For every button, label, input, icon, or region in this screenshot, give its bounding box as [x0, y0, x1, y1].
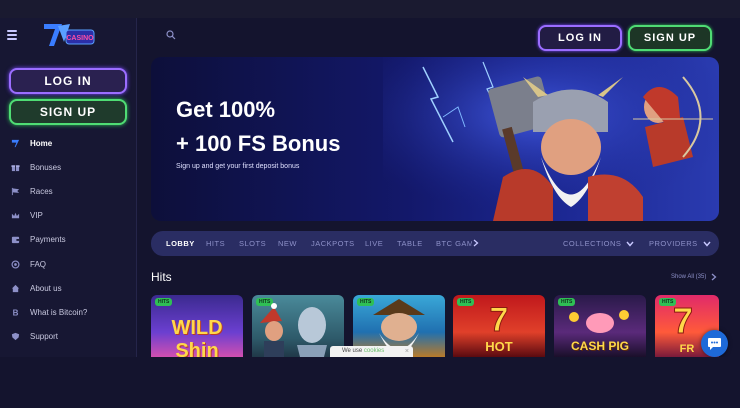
sidebar-item-label: About us	[30, 283, 62, 293]
providers-label: PROVIDERS	[649, 239, 698, 248]
crown-icon	[0, 211, 30, 220]
chat-button[interactable]	[701, 330, 728, 357]
show-all-link[interactable]: Show All (35)	[671, 274, 706, 280]
category-bar: LOBBY HITS SLOTS NEW JACKPOTS LIVE TABLE…	[151, 231, 719, 256]
game-tile[interactable]: HITS CASH PIG	[554, 295, 646, 357]
sidebar-item-payments[interactable]: Payments	[0, 228, 136, 252]
tab-lobby[interactable]: LOBBY	[166, 231, 195, 256]
flag-icon	[0, 187, 30, 196]
tab-slots[interactable]: SLOTS	[239, 231, 266, 256]
svg-text:B: B	[12, 309, 18, 317]
sidebar-item-label: Payments	[30, 235, 66, 245]
tab-hits[interactable]: HITS	[206, 231, 225, 256]
search-icon[interactable]	[166, 30, 176, 40]
svg-text:7: 7	[490, 301, 509, 335]
banner-illustration	[383, 57, 719, 221]
sidebar-item-faq[interactable]: FAQ	[0, 252, 136, 276]
sidebar-item-label: Support	[30, 332, 59, 342]
hits-badge: HITS	[155, 298, 173, 306]
header-signup-button[interactable]: SIGN UP	[628, 25, 712, 51]
svg-text:CASINO: CASINO	[66, 35, 94, 42]
providers-dropdown[interactable]: PROVIDERS	[649, 231, 711, 256]
game-title: CASH PIG	[570, 339, 629, 353]
sidebar-nav: Home Bonuses Races VIP Payments FAQ Abou…	[0, 131, 136, 349]
wallet-icon	[0, 235, 30, 244]
sidebar-item-label: Bonuses	[30, 162, 62, 172]
tab-jackpots[interactable]: JACKPOTS	[311, 231, 355, 256]
banner-title-line2: + 100 FS Bonus	[176, 131, 341, 156]
sidebar-item-label: Home	[30, 138, 53, 148]
sidebar-signup-button[interactable]: SIGN UP	[9, 99, 127, 125]
sidebar-item-about[interactable]: About us	[0, 276, 136, 300]
gift-icon	[0, 163, 30, 172]
cookie-link[interactable]: cookies	[364, 348, 384, 354]
bitcasino-logo[interactable]: CASINO	[40, 20, 98, 54]
top-strip	[0, 0, 740, 18]
collections-label: COLLECTIONS	[563, 239, 622, 248]
sidebar-item-label: VIP	[30, 211, 43, 221]
game-art	[569, 310, 629, 333]
sidebar-item-label: What is Bitcoin?	[30, 307, 88, 317]
sidebar: CASINO LOG IN SIGN UP Home Bonuses Races…	[0, 18, 137, 357]
tab-btc-games[interactable]: BTC GAMES	[436, 231, 472, 256]
game-tile[interactable]: HITS 7 HOT	[453, 295, 545, 357]
chevron-down-icon	[703, 241, 711, 247]
game-title: WILD Shin	[171, 317, 223, 357]
chevron-right-icon[interactable]	[473, 239, 479, 247]
cookie-text: We use	[342, 348, 363, 354]
banner-subtitle: Sign up and get your first deposit bonus	[176, 163, 300, 170]
chevron-down-icon	[626, 241, 634, 247]
game-art: 7	[489, 301, 509, 336]
menu-icon[interactable]	[7, 30, 17, 40]
header-login-button[interactable]: LOG IN	[538, 25, 622, 51]
home-icon	[0, 284, 30, 293]
tab-table[interactable]: TABLE	[397, 231, 423, 256]
sidebar-item-vip[interactable]: VIP	[0, 204, 136, 228]
bitcoin-icon: B	[0, 308, 30, 317]
section-title-hits: Hits	[151, 270, 172, 284]
close-icon[interactable]: ×	[405, 346, 409, 357]
sidebar-item-bitcoin[interactable]: B What is Bitcoin?	[0, 300, 136, 324]
sidebar-item-home[interactable]: Home	[0, 131, 136, 155]
sidebar-item-label: Races	[30, 186, 53, 196]
chat-icon	[708, 338, 721, 350]
promo-banner[interactable]: Get 100% + 100 FS Bonus Sign up and get …	[151, 57, 719, 221]
tab-live[interactable]: LIVE	[365, 231, 383, 256]
sidebar-item-label: FAQ	[30, 259, 47, 269]
bottom-strip	[0, 357, 740, 408]
logo-icon	[0, 139, 30, 148]
svg-text:7: 7	[673, 300, 693, 339]
banner-title-line1: Get 100%	[176, 97, 276, 122]
chevron-right-icon[interactable]	[711, 273, 717, 281]
shield-icon	[0, 332, 30, 341]
sidebar-item-races[interactable]: Races	[0, 179, 136, 203]
game-tile[interactable]: HITS WILD Shin	[151, 295, 243, 357]
help-icon	[0, 260, 30, 269]
sidebar-login-button[interactable]: LOG IN	[9, 68, 127, 94]
game-title: HOT	[485, 339, 513, 354]
collections-dropdown[interactable]: COLLECTIONS	[563, 231, 634, 256]
cookie-notice: We use cookies ×	[330, 346, 413, 357]
tab-new[interactable]: NEW	[278, 231, 297, 256]
sidebar-item-bonuses[interactable]: Bonuses	[0, 155, 136, 179]
sidebar-item-support[interactable]: Support	[0, 325, 136, 349]
